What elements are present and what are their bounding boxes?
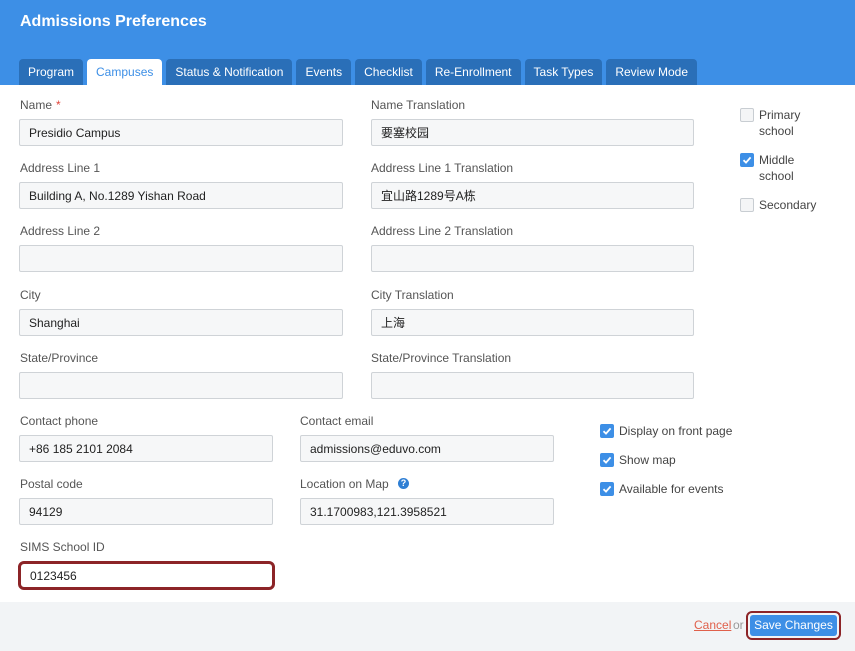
name-translation-label: Name Translation	[371, 98, 466, 112]
or-text: or	[733, 618, 744, 632]
address1-input[interactable]	[19, 182, 343, 209]
help-icon[interactable]: ?	[398, 478, 409, 489]
state-translation-input[interactable]	[371, 372, 694, 399]
option-show-map[interactable]: Show map	[600, 452, 676, 468]
tab-re-enrollment[interactable]: Re-Enrollment	[425, 59, 521, 85]
contact-email-input[interactable]	[300, 435, 554, 462]
tab-status-notification[interactable]: Status & Notification	[166, 59, 293, 85]
address2-input[interactable]	[19, 245, 343, 272]
option-available-for-events[interactable]: Available for events	[600, 481, 724, 497]
address2-translation-input[interactable]	[371, 245, 694, 272]
tab-task-types[interactable]: Task Types	[524, 59, 603, 85]
postal-code-input[interactable]	[19, 498, 273, 525]
sims-id-label: SIMS School ID	[20, 540, 105, 554]
name-translation-input[interactable]	[371, 119, 694, 146]
city-translation-label: City Translation	[371, 288, 454, 302]
address2-label: Address Line 2	[20, 224, 101, 238]
contact-phone-input[interactable]	[19, 435, 273, 462]
header-bar: Admissions Preferences Program Campuses …	[0, 0, 855, 85]
option-label: Show map	[619, 453, 676, 467]
city-label: City	[20, 288, 41, 302]
checkbox-checked-icon	[600, 482, 614, 496]
save-changes-button[interactable]: Save Changes	[750, 615, 837, 636]
required-mark: *	[56, 98, 61, 112]
address1-translation-input[interactable]	[371, 182, 694, 209]
name-input[interactable]	[19, 119, 343, 146]
tab-bar: Program Campuses Status & Notification E…	[19, 59, 701, 85]
school-level-secondary[interactable]: Secondary	[740, 197, 840, 213]
cancel-link[interactable]: Cancel	[694, 618, 731, 632]
tab-checklist[interactable]: Checklist	[355, 59, 422, 85]
location-label: Location on Map	[300, 477, 389, 491]
state-label: State/Province	[20, 351, 99, 365]
sims-id-input[interactable]	[18, 561, 275, 590]
tab-events[interactable]: Events	[296, 59, 352, 85]
contact-phone-label: Contact phone	[20, 414, 99, 428]
city-translation-input[interactable]	[371, 309, 694, 336]
page-title: Admissions Preferences	[20, 13, 207, 30]
school-level-label: Secondary	[759, 198, 817, 212]
address2-translation-label: Address Line 2 Translation	[371, 224, 514, 238]
tab-campuses[interactable]: Campuses	[87, 59, 163, 85]
checkbox-icon	[740, 108, 754, 122]
address1-label: Address Line 1	[20, 161, 101, 175]
state-translation-label: State/Province Translation	[371, 351, 512, 365]
address1-translation-label: Address Line 1 Translation	[371, 161, 514, 175]
checkbox-checked-icon	[740, 153, 754, 167]
tab-review-mode[interactable]: Review Mode	[606, 59, 698, 85]
option-label: Display on front page	[619, 424, 733, 438]
state-input[interactable]	[19, 372, 343, 399]
tab-program[interactable]: Program	[19, 59, 84, 85]
option-display-front-page[interactable]: Display on front page	[600, 423, 732, 439]
checkbox-checked-icon	[600, 453, 614, 467]
postal-code-label: Postal code	[20, 477, 83, 491]
option-label: Available for events	[619, 482, 724, 496]
name-label: Name *	[20, 98, 61, 112]
school-level-label: Primary school	[759, 108, 801, 138]
checkbox-checked-icon	[600, 424, 614, 438]
checkbox-icon	[740, 198, 754, 212]
contact-email-label: Contact email	[300, 414, 374, 428]
school-level-primary[interactable]: Primary school	[740, 107, 830, 139]
school-level-middle[interactable]: Middle school	[740, 152, 830, 184]
city-input[interactable]	[19, 309, 343, 336]
school-level-label: Middle school	[759, 153, 795, 183]
location-input[interactable]	[300, 498, 554, 525]
